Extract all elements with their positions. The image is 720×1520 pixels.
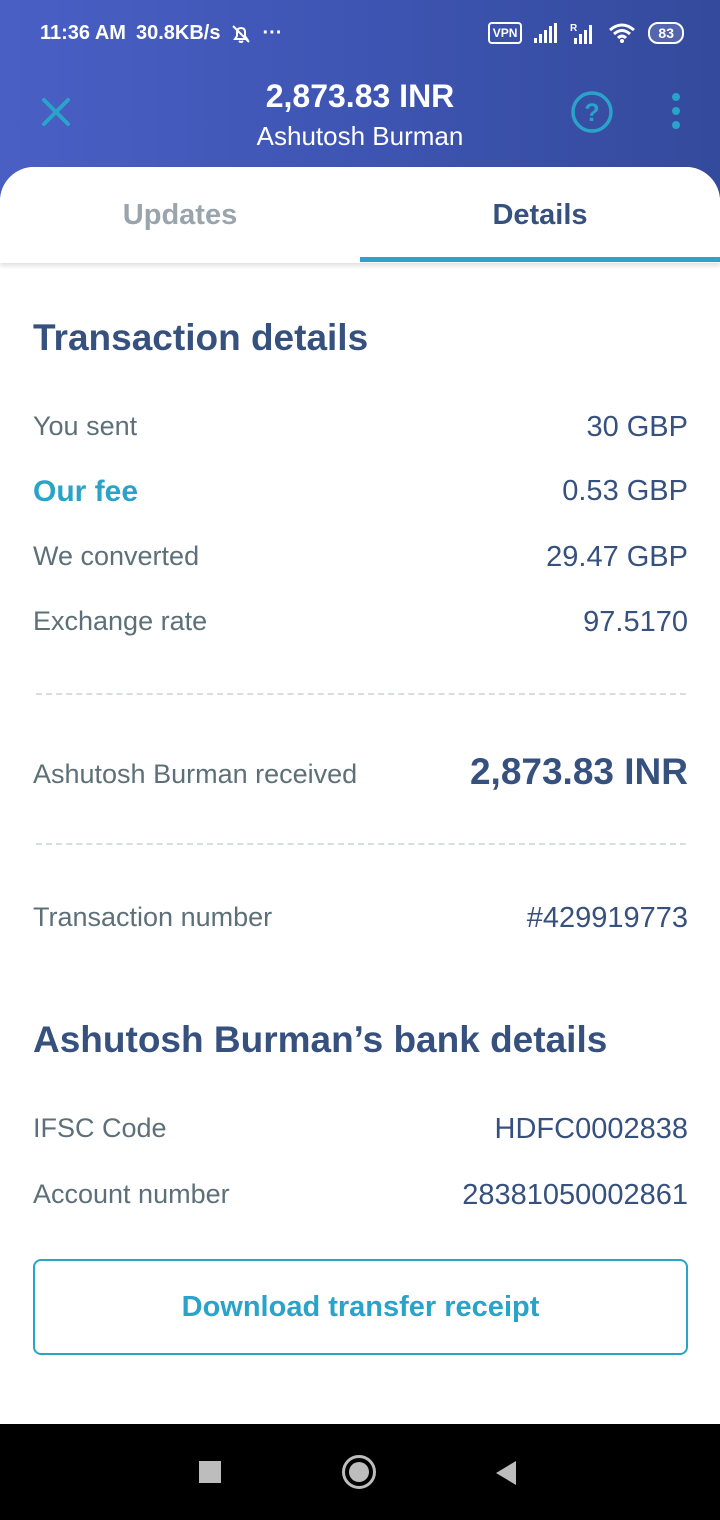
bank-details-title: Ashutosh Burman’s bank details <box>33 1019 608 1060</box>
close-icon[interactable] <box>36 92 76 132</box>
recents-icon[interactable] <box>199 1461 221 1483</box>
detail-row-our-fee: Our fee 0.53 GBP <box>33 475 688 515</box>
wifi-icon <box>609 23 636 43</box>
detail-row-we-converted: We converted 29.47 GBP <box>33 541 688 581</box>
transaction-number-row: Transaction number #429919773 <box>33 902 688 942</box>
mute-bell-icon <box>232 24 251 43</box>
details-sheet: Updates Details Transaction details You … <box>0 167 720 1424</box>
received-label: Ashutosh Burman received <box>33 759 358 789</box>
battery-indicator: 83 <box>648 22 684 44</box>
back-icon[interactable] <box>494 1460 518 1486</box>
detail-value: 30 GBP <box>586 411 688 443</box>
svg-text:R: R <box>570 23 578 34</box>
detail-label: Exchange rate <box>33 606 208 636</box>
detail-label: Account number <box>33 1179 230 1209</box>
transaction-number-label: Transaction number <box>33 902 273 932</box>
header-amount: 2,873.83 INR <box>265 78 455 114</box>
detail-label: You sent <box>33 411 138 441</box>
detail-value: HDFC0002838 <box>494 1113 688 1145</box>
more-notifications-icon: ··· <box>262 22 283 44</box>
detail-value: 28381050002861 <box>462 1179 688 1211</box>
detail-value: 0.53 GBP <box>562 475 688 507</box>
tab-details[interactable]: Details <box>360 167 720 263</box>
dashed-divider <box>36 843 686 845</box>
home-icon[interactable] <box>342 1455 376 1489</box>
tab-selected-indicator <box>360 257 720 262</box>
vpn-badge: VPN <box>487 22 523 44</box>
detail-value: 97.5170 <box>583 606 688 638</box>
help-icon[interactable]: ? <box>570 90 614 134</box>
signal-icon <box>534 23 558 43</box>
transaction-number-value: #429919773 <box>526 902 688 934</box>
tab-updates[interactable]: Updates <box>0 167 360 263</box>
download-receipt-button[interactable]: Download transfer receipt <box>33 1259 688 1355</box>
tab-bar: Updates Details <box>0 167 720 263</box>
network-speed: 30.8KB/s <box>135 22 221 44</box>
received-value: 2,873.83 INR <box>469 751 688 792</box>
signal-roaming-icon: R <box>570 23 593 44</box>
detail-value: 29.47 GBP <box>546 541 688 573</box>
our-fee-link[interactable]: Our fee <box>33 475 138 509</box>
status-bar: 11:36 AM 30.8KB/s ··· VPN R 83 <box>0 0 720 70</box>
more-vertical-icon[interactable] <box>664 92 688 132</box>
detail-row-exchange-rate: Exchange rate 97.5170 <box>33 606 688 646</box>
detail-row-ifsc: IFSC Code HDFC0002838 <box>33 1113 688 1153</box>
status-time: 11:36 AM <box>40 22 126 44</box>
detail-row-you-sent: You sent 30 GBP <box>33 411 688 451</box>
dashed-divider <box>36 693 686 695</box>
detail-label: IFSC Code <box>33 1113 167 1143</box>
system-nav-bar <box>0 1424 720 1520</box>
detail-row-account-number: Account number 28381050002861 <box>33 1179 688 1219</box>
detail-label: We converted <box>33 541 200 571</box>
transaction-details-title: Transaction details <box>33 317 369 358</box>
header-recipient: Ashutosh Burman <box>256 121 464 151</box>
received-row: Ashutosh Burman received 2,873.83 INR <box>33 751 688 801</box>
svg-text:?: ? <box>584 99 599 127</box>
